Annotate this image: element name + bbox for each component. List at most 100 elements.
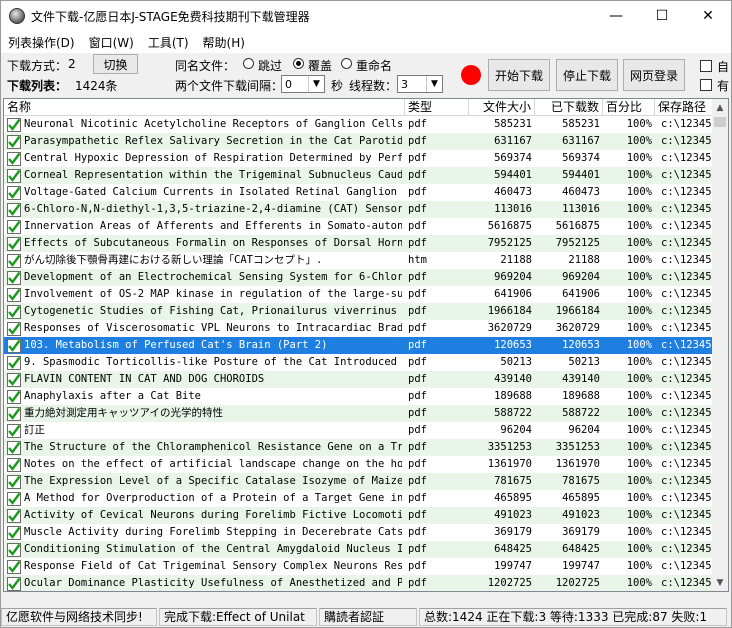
table-row[interactable]: Innervation Areas of Afferents and Effer… — [4, 218, 714, 235]
radio-rename[interactable] — [341, 58, 352, 69]
table-row[interactable]: Ocular Dominance Plasticity Usefulness o… — [4, 575, 714, 591]
file-size: 588722 — [494, 407, 532, 419]
table-row[interactable]: Muscle Activity during Forelimb Stepping… — [4, 524, 714, 541]
scroll-up-icon[interactable]: ▲ — [712, 99, 728, 116]
column-header-downloaded[interactable]: 已下载数 — [535, 99, 603, 116]
column-header-name[interactable]: 名称 — [4, 99, 405, 116]
column-header-type[interactable]: 类型 — [405, 99, 469, 116]
table-row[interactable]: Effects of Subcutaneous Formalin on Resp… — [4, 235, 714, 252]
table-row[interactable]: 103. Metabolism of Perfused Cat's Brain … — [4, 337, 714, 354]
radio-skip[interactable] — [243, 58, 254, 69]
completed-check-icon — [7, 542, 21, 557]
save-path: c:\12345 — [661, 288, 712, 300]
downloaded-bytes: 21188 — [568, 254, 600, 266]
scroll-thumb[interactable] — [714, 117, 726, 127]
file-type: htm — [408, 254, 427, 266]
save-path: c:\12345 — [661, 186, 712, 198]
option-checkbox[interactable] — [700, 79, 712, 91]
completed-check-icon — [7, 525, 21, 540]
download-mode-value: 2 — [68, 57, 76, 71]
downloaded-bytes: 631167 — [562, 135, 600, 147]
menu-tools[interactable]: 工具(T) — [141, 34, 196, 51]
completed-check-icon — [7, 287, 21, 302]
file-type: pdf — [408, 288, 427, 300]
downloaded-bytes: 439140 — [562, 373, 600, 385]
menu-list-ops[interactable]: 列表操作(D) — [1, 34, 82, 51]
save-path: c:\12345 — [661, 526, 712, 538]
download-list[interactable]: 名称 类型 文件大小 已下载数 百分比 保存路径 Neuronal Nicoti… — [3, 98, 729, 592]
threads-select[interactable]: 3 ▼ — [397, 75, 443, 93]
table-row[interactable]: Responses of Viscerosomatic VPL Neurons … — [4, 320, 714, 337]
stop-download-button[interactable]: 停止下载 — [556, 59, 618, 91]
vertical-scrollbar[interactable]: ▲ ▼ — [712, 99, 728, 591]
table-row[interactable]: Activity of Cevical Neurons during Forel… — [4, 507, 714, 524]
switch-button[interactable]: 切换 — [93, 54, 138, 74]
table-row[interactable]: Development of an Electrochemical Sensin… — [4, 269, 714, 286]
percent: 100% — [626, 543, 652, 555]
percent: 100% — [626, 152, 652, 164]
file-size: 1966184 — [487, 305, 532, 317]
table-row[interactable]: Involvement of OS-2 MAP kinase in regula… — [4, 286, 714, 303]
save-path: c:\12345 — [661, 135, 712, 147]
table-row[interactable]: 6-Chloro-N,N-diethyl-1,3,5-triazine-2,4-… — [4, 201, 714, 218]
percent: 100% — [626, 220, 652, 232]
start-download-button[interactable]: 开始下载 — [488, 59, 550, 91]
table-row[interactable]: Voltage-Gated Calcium Currents in Isolat… — [4, 184, 714, 201]
completed-check-icon — [7, 389, 21, 404]
percent: 100% — [626, 186, 652, 198]
file-name: 6-Chloro-N,N-diethyl-1,3,5-triazine-2,4-… — [24, 203, 402, 215]
menu-help[interactable]: 帮助(H) — [196, 34, 252, 51]
file-type: pdf — [408, 322, 427, 334]
radio-rename-label: 重命名 — [356, 59, 393, 73]
cell-name: Muscle Activity during Forelimb Stepping… — [4, 524, 405, 541]
interval-select[interactable]: 0 ▼ — [281, 75, 325, 93]
column-header-percent[interactable]: 百分比 — [603, 99, 655, 116]
table-row[interactable]: がん切除後下顎骨再建における新しい理論「CATコンセプト」. htm 21188 21… — [4, 252, 714, 269]
percent: 100% — [626, 322, 652, 334]
table-row[interactable]: FLAVIN CONTENT IN CAT AND DOG CHOROIDS pd… — [4, 371, 714, 388]
table-row[interactable]: 9. Spasmodic Torticollis-like Posture of… — [4, 354, 714, 371]
table-row[interactable]: Response Field of Cat Trigeminal Sensory… — [4, 558, 714, 575]
column-header-save-path[interactable]: 保存路径 — [655, 99, 714, 116]
auto-checkbox[interactable] — [700, 60, 712, 72]
web-login-button[interactable]: 网页登录 — [623, 59, 685, 91]
maximize-button[interactable]: ☐ — [639, 1, 685, 31]
table-row[interactable]: Cytogenetic Studies of Fishing Cat, Prio… — [4, 303, 714, 320]
cell-name: The Structure of the Chloramphenicol Res… — [4, 439, 405, 456]
option-checkbox-label: 有 — [717, 79, 730, 93]
table-row[interactable]: Anaphylaxis after a Cat Bite pdf 189688 189… — [4, 388, 714, 405]
completed-check-icon — [7, 508, 21, 523]
save-path: c:\12345 — [661, 577, 712, 589]
table-row[interactable]: A Method for Overproduction of a Protein… — [4, 490, 714, 507]
table-row[interactable]: Notes on the effect of artificial landsc… — [4, 456, 714, 473]
save-path: c:\12345 — [661, 339, 712, 351]
file-type: pdf — [408, 424, 427, 436]
minimize-button[interactable]: — — [593, 1, 639, 31]
table-row[interactable]: Conditioning Stimulation of the Central … — [4, 541, 714, 558]
close-button[interactable]: ✕ — [685, 1, 731, 31]
scroll-down-icon[interactable]: ▼ — [712, 574, 728, 591]
table-row[interactable]: 訂正 pdf 96204 96204 100% c:\12345 — [4, 422, 714, 439]
table-row[interactable]: Central Hypoxic Depression of Respiratio… — [4, 150, 714, 167]
downloaded-bytes: 969204 — [562, 271, 600, 283]
file-name: Voltage-Gated Calcium Currents in Isolat… — [24, 186, 402, 198]
table-row[interactable]: Parasympathetic Reflex Salivary Secretio… — [4, 133, 714, 150]
completed-check-icon — [7, 253, 21, 268]
table-row[interactable]: The Structure of the Chloramphenicol Res… — [4, 439, 714, 456]
file-type: pdf — [408, 407, 427, 419]
completed-check-icon — [7, 440, 21, 455]
file-type: pdf — [408, 118, 427, 130]
percent: 100% — [626, 288, 652, 300]
percent: 100% — [626, 254, 652, 266]
table-row[interactable]: 重力絶対測定用キャッツアイの光学的特性 pdf 588722 588722 100% c:… — [4, 405, 714, 422]
table-row[interactable]: Neuronal Nicotinic Acetylcholine Recepto… — [4, 116, 714, 133]
percent: 100% — [626, 271, 652, 283]
file-size: 641906 — [494, 288, 532, 300]
table-row[interactable]: Corneal Representation within the Trigem… — [4, 167, 714, 184]
radio-overwrite[interactable] — [293, 58, 304, 69]
table-row[interactable]: The Expression Level of a Specific Catal… — [4, 473, 714, 490]
percent: 100% — [626, 441, 652, 453]
menu-window[interactable]: 窗口(W) — [82, 34, 141, 51]
menu-bar: 列表操作(D) 窗口(W) 工具(T) 帮助(H) — [1, 31, 731, 53]
column-header-size[interactable]: 文件大小 — [469, 99, 535, 116]
